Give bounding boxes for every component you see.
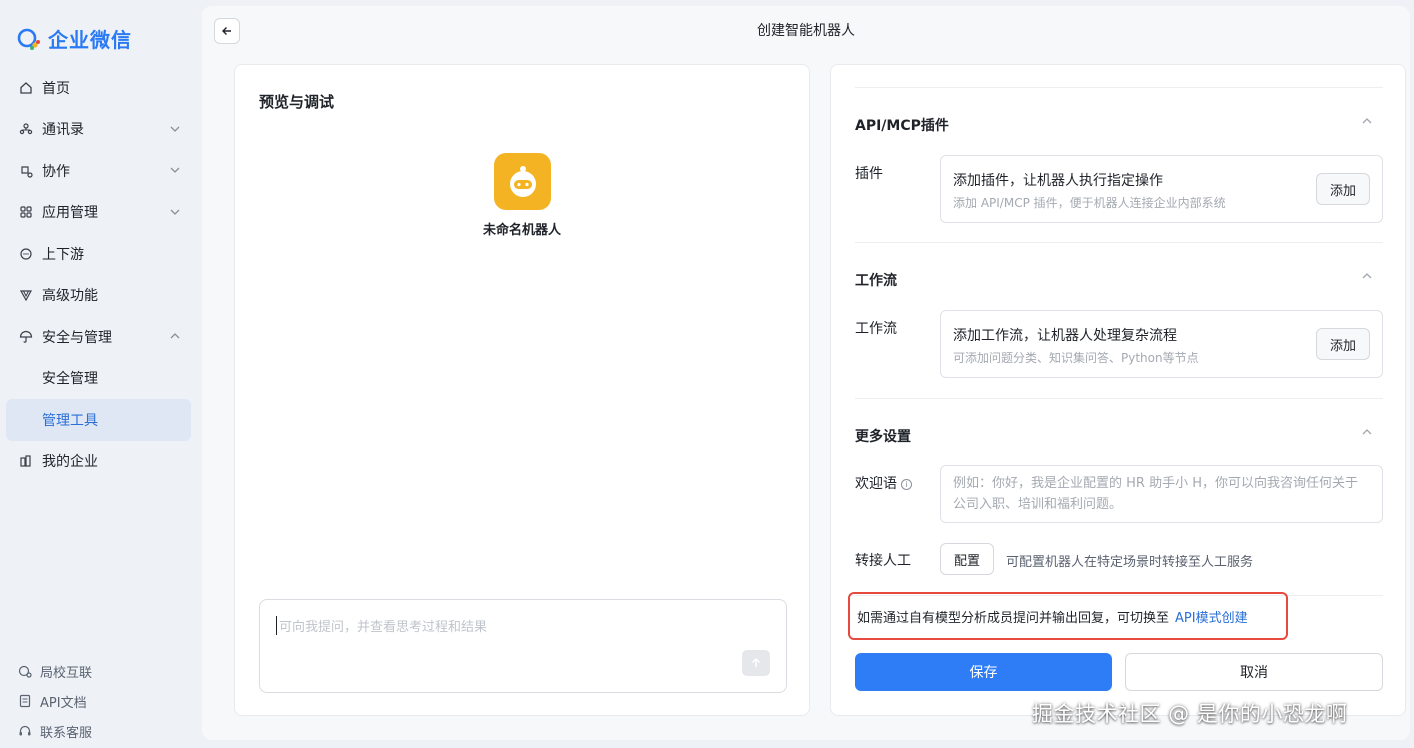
- chat-bubble-icon: [18, 246, 34, 262]
- plugin-box: 添加插件，让机器人执行指定操作 添加 API/MCP 插件，便于机器人连接企业内…: [940, 155, 1383, 223]
- section-title-workflow: 工作流: [855, 273, 897, 289]
- arrow-up-icon: [752, 658, 760, 667]
- collapse-icon[interactable]: [1361, 115, 1373, 130]
- sidebar-item-security-management[interactable]: 安全与管理: [6, 316, 191, 358]
- section-title-plugins: API/MCP插件: [855, 118, 949, 134]
- plugin-box-subtitle: 添加 API/MCP 插件，便于机器人连接企业内部系统: [953, 196, 1226, 210]
- sidebar-item-advanced[interactable]: 高级功能: [6, 275, 191, 317]
- collapse-icon[interactable]: [1361, 270, 1373, 285]
- sidebar-item-apps[interactable]: 应用管理: [6, 192, 191, 234]
- apps-icon: [18, 204, 34, 220]
- sidebar-item-label: 高级功能: [42, 288, 98, 305]
- preview-title: 预览与调试: [259, 93, 335, 111]
- divider: [855, 398, 1383, 399]
- robot-icon: [509, 165, 536, 197]
- configure-transfer-button[interactable]: 配置: [940, 543, 994, 575]
- welcome-message-input[interactable]: 例如：你好，我是企业配置的 HR 助手小 H，你可以向我咨询任何关于公司入职、培…: [940, 465, 1383, 523]
- workflow-box: 添加工作流，让机器人处理复杂流程 可添加问题分类、知识集问答、Python等节点…: [940, 310, 1383, 378]
- link-school-connect[interactable]: 局校互联: [18, 656, 92, 686]
- link-label: API文档: [40, 695, 87, 711]
- api-mode-hint: 如需通过自有模型分析成员提问并输出回复，可切换至 API模式创建: [848, 592, 1288, 640]
- sidebar-item-label: 上下游: [42, 246, 84, 263]
- contacts-icon: [18, 121, 34, 137]
- sidebar-item-security[interactable]: 安全管理: [6, 358, 191, 400]
- send-button[interactable]: [742, 650, 770, 676]
- sidebar-item-label: 通讯录: [42, 122, 84, 139]
- chevron-down-icon: [169, 206, 181, 222]
- sidebar-item-label: 首页: [42, 80, 70, 97]
- link-icon: [18, 664, 32, 678]
- main-content: 创建智能机器人 预览与调试 未命名机器人 可向我提问，并查看思考过程和结果 AP…: [202, 6, 1410, 740]
- link-label: 联系客服: [40, 725, 93, 741]
- add-plugin-button[interactable]: 添加: [1316, 173, 1370, 205]
- chevron-down-icon: [169, 164, 181, 180]
- collab-icon: [18, 163, 34, 179]
- sidebar-item-label: 安全与管理: [42, 329, 112, 346]
- workflow-label: 工作流: [855, 321, 897, 337]
- plugin-box-title: 添加插件，让机器人执行指定操作: [953, 173, 1163, 189]
- add-workflow-button[interactable]: 添加: [1316, 328, 1370, 360]
- sidebar-item-label: 我的企业: [42, 454, 98, 471]
- app-logo[interactable]: 企业微信: [16, 24, 132, 53]
- advanced-icon: [18, 287, 34, 303]
- sidebar-bottom-links: 局校互联 API文档 联系客服: [18, 656, 92, 746]
- watermark: 掘金技术社区 @ 是你的小恐龙啊: [1032, 702, 1348, 726]
- bot-avatar[interactable]: [494, 153, 551, 210]
- chat-input[interactable]: 可向我提问，并查看思考过程和结果: [259, 599, 787, 693]
- plugin-label: 插件: [855, 166, 883, 182]
- sidebar-item-label: 管理工具: [42, 412, 98, 429]
- divider: [855, 87, 1383, 88]
- umbrella-icon: [18, 329, 34, 345]
- api-mode-link[interactable]: API模式创建: [1175, 607, 1248, 626]
- preview-panel: 预览与调试 未命名机器人 可向我提问，并查看思考过程和结果: [234, 64, 810, 716]
- save-button[interactable]: 保存: [855, 653, 1112, 691]
- info-icon[interactable]: i: [901, 478, 912, 490]
- transfer-description: 可配置机器人在特定场景时转接至人工服务: [1006, 555, 1254, 570]
- sidebar-item-upstream[interactable]: 上下游: [6, 233, 191, 275]
- sidebar-item-collab[interactable]: 协作: [6, 150, 191, 192]
- chevron-down-icon: [169, 123, 181, 139]
- sidebar-item-label: 协作: [42, 163, 70, 180]
- bot-name: 未命名机器人: [482, 223, 561, 238]
- api-hint-text: 如需通过自有模型分析成员提问并输出回复，可切换至: [857, 610, 1170, 626]
- workflow-box-subtitle: 可添加问题分类、知识集问答、Python等节点: [953, 351, 1199, 365]
- sidebar-item-home[interactable]: 首页: [6, 67, 191, 109]
- divider: [855, 242, 1383, 243]
- workflow-box-title: 添加工作流，让机器人处理复杂流程: [953, 328, 1177, 344]
- chat-input-placeholder: 可向我提问，并查看思考过程和结果: [276, 616, 487, 635]
- link-label: 局校互联: [40, 665, 93, 681]
- welcome-label: 欢迎语 i: [855, 473, 912, 493]
- section-title-more-settings: 更多设置: [855, 429, 911, 445]
- link-contact-support[interactable]: 联系客服: [18, 716, 92, 746]
- cancel-button[interactable]: 取消: [1125, 653, 1383, 691]
- page-title: 创建智能机器人: [757, 23, 855, 39]
- transfer-label: 转接人工: [855, 553, 911, 569]
- sidebar: 企业微信 首页 通讯录 协作 应用管理 上下游 高级功能 安全与管理 安全管理 …: [0, 0, 202, 748]
- app-name: 企业微信: [48, 28, 132, 52]
- home-icon: [18, 80, 34, 96]
- wecom-logo-icon: [17, 28, 40, 50]
- doc-icon: [18, 694, 32, 708]
- collapse-icon[interactable]: [1361, 426, 1373, 441]
- sidebar-item-label: 安全管理: [42, 371, 98, 388]
- sidebar-item-label: 应用管理: [42, 205, 98, 222]
- sidebar-nav: 首页 通讯录 协作 应用管理 上下游 高级功能 安全与管理 安全管理 管理工具 …: [6, 67, 191, 482]
- headset-icon: [18, 724, 32, 738]
- top-bar: 创建智能机器人: [202, 6, 1410, 52]
- settings-panel: API/MCP插件 插件 添加插件，让机器人执行指定操作 添加 API/MCP …: [830, 64, 1406, 716]
- welcome-label-text: 欢迎语: [855, 476, 897, 492]
- link-api-docs[interactable]: API文档: [18, 686, 92, 716]
- sidebar-item-contacts[interactable]: 通讯录: [6, 109, 191, 151]
- enterprise-icon: [18, 453, 34, 469]
- chevron-up-icon: [169, 330, 181, 346]
- sidebar-item-admin-tools[interactable]: 管理工具: [6, 399, 191, 441]
- sidebar-item-my-enterprise[interactable]: 我的企业: [6, 441, 191, 483]
